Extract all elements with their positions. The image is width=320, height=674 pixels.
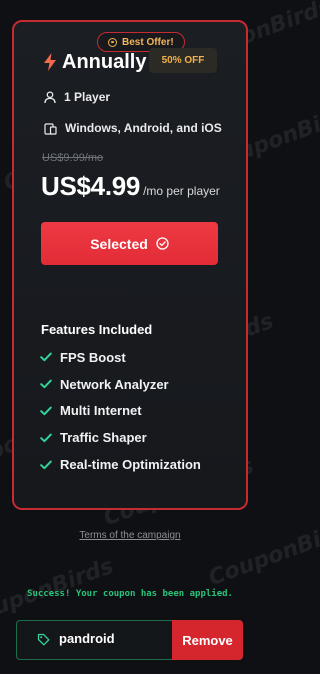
players-row: 1 Player — [44, 90, 110, 104]
lightning-bolt-icon — [44, 53, 56, 71]
user-icon — [44, 90, 56, 103]
devices-icon — [44, 122, 57, 135]
feature-label: Real-time Optimization — [60, 457, 201, 473]
plan-card[interactable]: Best Offer! Annually 50% OFF 1 Player Wi… — [12, 20, 248, 510]
features-list: FPS Boost Network Analyzer Multi Interne… — [40, 344, 201, 478]
feature-item: Multi Internet — [40, 398, 201, 425]
feature-item: Network Analyzer — [40, 371, 201, 398]
check-icon — [40, 460, 52, 469]
old-price: US$9.99/mo — [42, 152, 104, 164]
remove-button[interactable]: Remove — [172, 620, 243, 660]
check-icon — [40, 433, 52, 442]
terms-link[interactable]: Terms of the campaign — [0, 530, 260, 541]
star-circle-icon — [108, 37, 117, 47]
feature-label: Traffic Shaper — [60, 430, 147, 446]
feature-label: Multi Internet — [60, 403, 142, 419]
feature-item: Real-time Optimization — [40, 451, 201, 478]
price-unit: /mo per player — [143, 184, 220, 198]
success-message: Success! Your coupon has been applied. — [27, 589, 233, 599]
tag-icon — [37, 633, 50, 646]
feature-label: FPS Boost — [60, 349, 126, 365]
platforms-row: Windows, Android, and iOS — [44, 121, 222, 135]
feature-item: FPS Boost — [40, 344, 201, 371]
discount-badge: 50% OFF — [149, 48, 217, 73]
check-circle-icon — [156, 237, 169, 250]
check-icon — [40, 406, 52, 416]
check-icon — [40, 379, 52, 389]
price: US$4.99 — [41, 171, 141, 201]
platforms-text: Windows, Android, and iOS — [65, 121, 222, 135]
coupon-code: pandroid — [59, 631, 115, 646]
feature-item: Traffic Shaper — [40, 424, 201, 451]
plan-header: Annually — [42, 48, 146, 76]
selected-label: Selected — [90, 235, 148, 252]
selected-button[interactable]: Selected — [41, 222, 218, 265]
players-text: 1 Player — [64, 90, 111, 104]
plan-title: Annually — [62, 50, 147, 73]
badge-label: Best Offer! — [122, 36, 174, 48]
coupon-field[interactable]: pandroid Remove — [16, 620, 243, 660]
watermark: CouponBirds — [205, 513, 320, 592]
check-icon — [40, 352, 52, 362]
price-row: US$4.99 /mo per player — [41, 171, 220, 202]
features-title: Features Included — [41, 322, 153, 337]
feature-label: Network Analyzer — [60, 376, 169, 392]
